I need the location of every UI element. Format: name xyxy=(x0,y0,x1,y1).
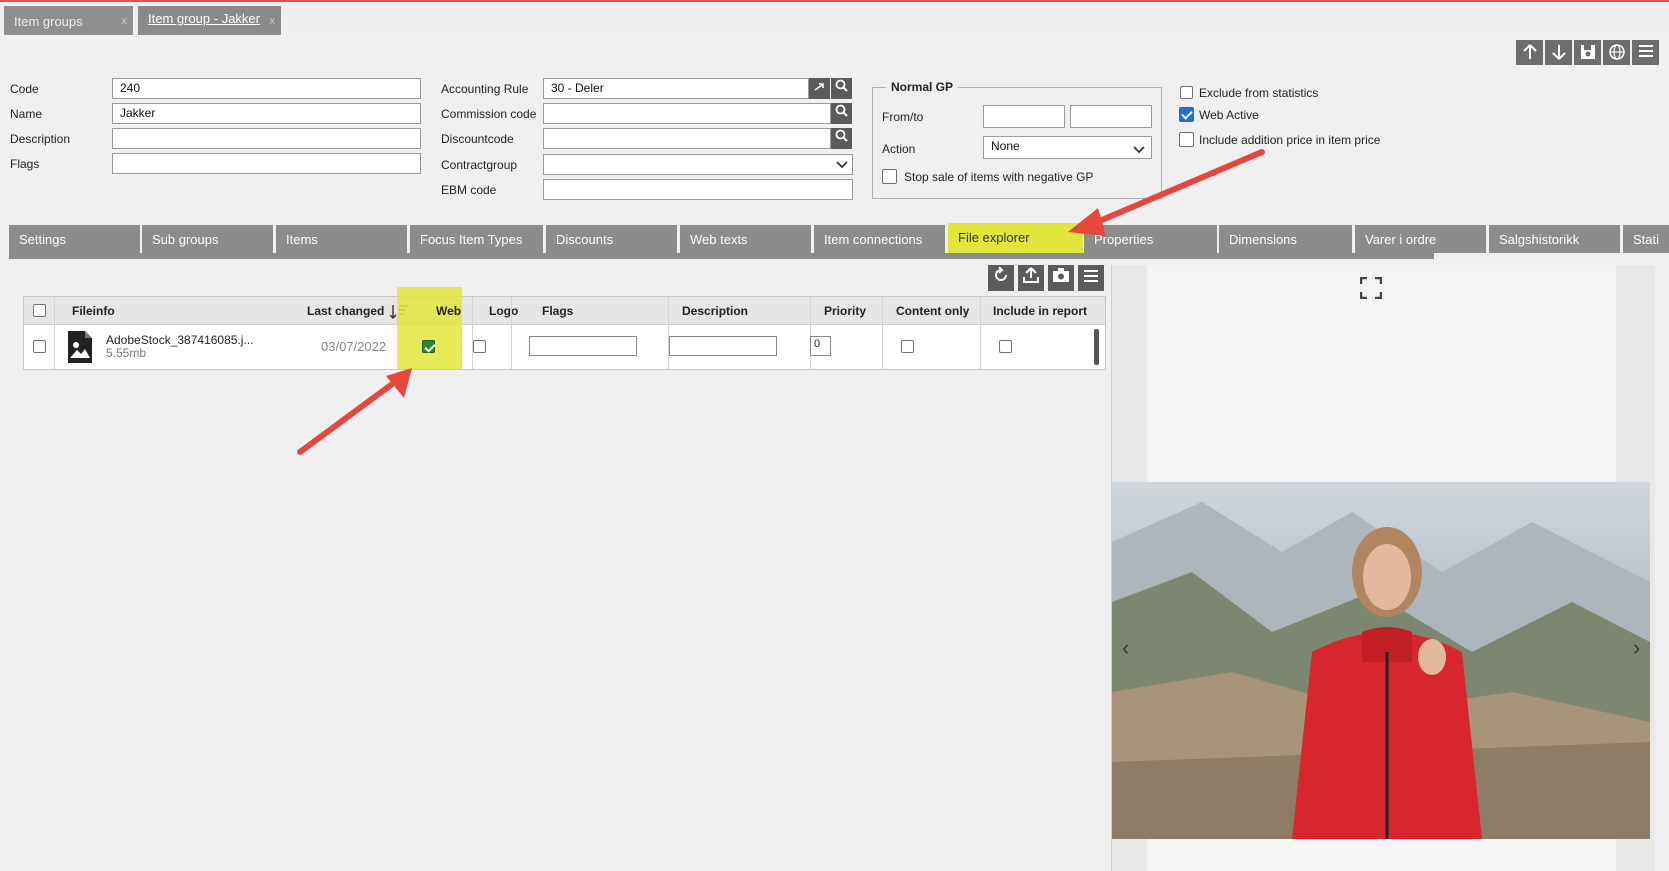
annotation-arrows xyxy=(297,149,1265,455)
